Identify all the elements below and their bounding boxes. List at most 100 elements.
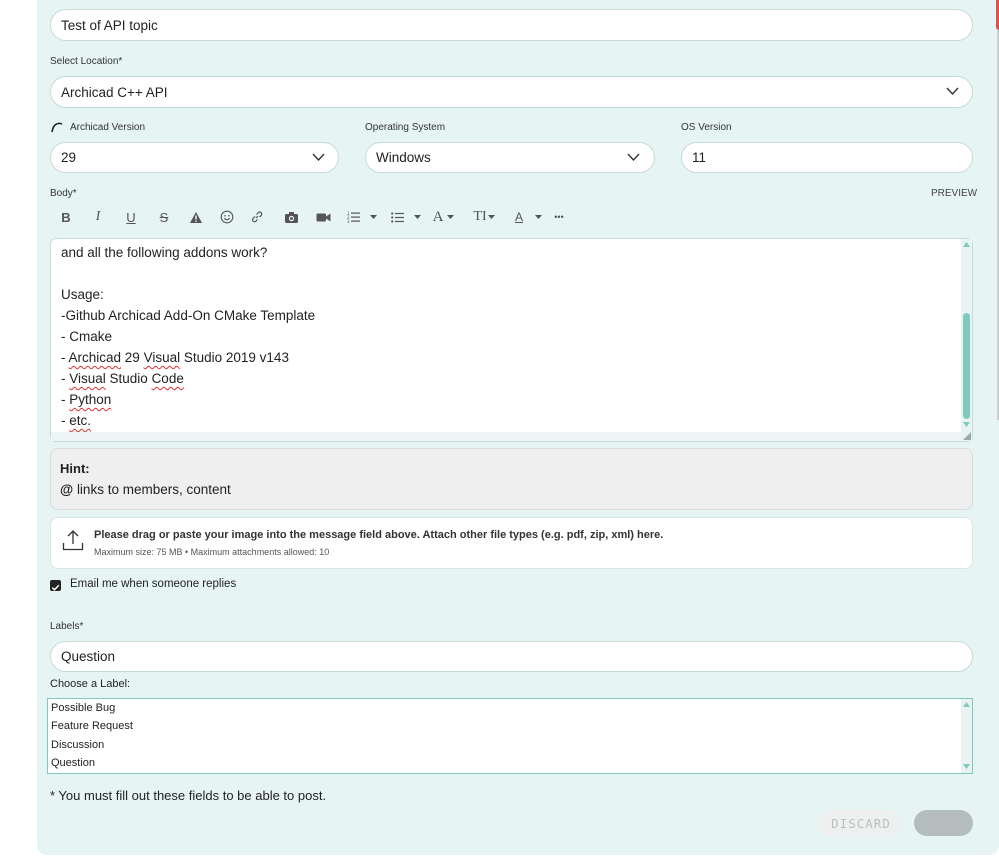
bullet-list-icon — [390, 211, 404, 223]
attachment-dropzone[interactable]: Please drag or paste your image into the… — [50, 517, 973, 569]
hint-box: Hint: @ links to members, content — [50, 448, 973, 510]
scroll-thumb[interactable] — [963, 313, 970, 419]
svg-text:3: 3 — [347, 219, 350, 223]
strikethrough-button[interactable]: S — [156, 205, 172, 229]
checkmark-icon — [51, 584, 60, 591]
body-line: and all the following addons work? — [61, 245, 268, 260]
chevron-down-icon — [946, 87, 959, 96]
body-line — [61, 266, 315, 287]
font-color-button[interactable]: A — [512, 205, 526, 229]
version-select[interactable]: 29 — [50, 142, 339, 173]
required-fields-note: * You must fill out these fields to be a… — [50, 788, 327, 803]
numbered-list-icon: 123 — [347, 211, 360, 223]
body-line: - Visual Studio Code — [61, 371, 315, 392]
caret-down-icon[interactable] — [488, 215, 495, 219]
label-chooser-list[interactable]: Possible Bug Feature Request Discussion … — [47, 698, 973, 774]
label-option[interactable]: Feature Request — [51, 720, 133, 732]
italic-button[interactable]: I — [90, 205, 106, 229]
body-text: and all the following addons work? Usage… — [61, 245, 315, 434]
location-value: Archicad C++ API — [61, 84, 168, 100]
label-option[interactable]: Discussion — [51, 739, 104, 751]
choose-label-heading: Choose a Label: — [50, 678, 131, 690]
email-checkbox[interactable] — [50, 580, 61, 591]
spellcheck-word: etc. — [69, 413, 92, 428]
version-value: 29 — [61, 150, 77, 165]
warning-icon — [190, 211, 202, 223]
resize-handle-icon[interactable] — [963, 432, 971, 440]
text-run: - — [61, 413, 70, 428]
body-label: Body* — [50, 188, 77, 199]
os-version-value: 11 — [692, 150, 707, 165]
body-editor[interactable]: and all the following addons work? Usage… — [50, 238, 973, 442]
os-label: Operating System — [365, 122, 446, 133]
location-select[interactable]: Archicad C++ API — [50, 76, 973, 108]
body-line: - etc. — [61, 413, 315, 434]
version-label: Archicad Version — [70, 122, 146, 133]
font-family-button[interactable]: A — [431, 205, 445, 229]
photo-button[interactable] — [282, 205, 300, 229]
font-size-button[interactable]: TI — [471, 205, 489, 229]
spellcheck-word: Python — [69, 392, 112, 407]
link-icon — [252, 211, 263, 223]
labels-value: Question — [61, 649, 116, 664]
scroll-down-icon[interactable] — [963, 422, 970, 427]
caret-down-icon[interactable] — [414, 215, 421, 219]
label-option[interactable]: Question — [51, 757, 95, 769]
os-value: Windows — [376, 150, 431, 165]
text-run: Studio — [105, 371, 152, 386]
more-options-button[interactable]: ••• — [552, 205, 566, 229]
scroll-down-icon[interactable] — [963, 764, 970, 769]
text-run: - — [61, 371, 70, 386]
spellcheck-word: Visual — [69, 371, 106, 386]
spellcheck-word: Code — [151, 371, 184, 386]
spoiler-button[interactable] — [188, 205, 204, 229]
hint-line: @ links to members, content — [60, 482, 231, 497]
video-button[interactable] — [314, 205, 332, 229]
at-symbol: @ — [60, 482, 74, 497]
caret-down-icon[interactable] — [447, 215, 454, 219]
scroll-up-icon[interactable] — [963, 702, 970, 707]
chooser-scrollbar[interactable] — [961, 699, 972, 773]
body-line: - Cmake — [61, 329, 113, 344]
bold-button[interactable]: B — [58, 205, 74, 229]
discard-button[interactable]: DISCARD — [819, 810, 903, 836]
subject-input[interactable]: Test of API topic — [50, 9, 973, 41]
attachment-limits: Maximum size: 75 MB • Maximum attachment… — [94, 547, 330, 557]
location-label: Select Location* — [50, 56, 123, 67]
preview-link[interactable]: PREVIEW — [931, 188, 977, 199]
link-button[interactable] — [249, 205, 265, 229]
numbered-list-button[interactable]: 123 — [346, 205, 360, 229]
text-run: - — [61, 392, 70, 407]
post-button[interactable] — [914, 810, 973, 836]
underline-button[interactable]: U — [123, 205, 139, 229]
editor-footer-strip — [51, 432, 962, 441]
scroll-up-icon[interactable] — [963, 242, 970, 247]
text-run: Studio 2019 v143 — [180, 350, 289, 365]
labels-input[interactable]: Question — [50, 641, 973, 672]
chevron-down-icon — [627, 153, 640, 162]
body-line: - Archicad 29 Visual Studio 2019 v143 — [61, 350, 315, 371]
os-version-input[interactable]: 11 — [681, 142, 973, 173]
hint-title: Hint: — [60, 461, 90, 476]
spellcheck-word: Visual — [143, 350, 181, 365]
caret-down-icon[interactable] — [535, 215, 542, 219]
labels-label: Labels* — [50, 621, 84, 632]
upload-icon — [62, 530, 84, 551]
spellcheck-word: Archicad — [68, 350, 122, 365]
text-run: - — [61, 350, 69, 365]
os-select[interactable]: Windows — [365, 142, 655, 173]
video-camera-icon — [316, 213, 330, 221]
caret-down-icon[interactable] — [370, 215, 377, 219]
email-checkbox-label[interactable]: Email me when someone replies — [70, 578, 236, 590]
archicad-logo-icon — [51, 122, 63, 133]
subject-value: Test of API topic — [61, 17, 158, 33]
hint-text: links to members, content — [76, 482, 231, 497]
editor-toolbar: B I U S 123 A TI A ••• — [50, 205, 610, 229]
body-line: -Github Archicad Add-On CMake Template — [61, 308, 316, 323]
editor-scrollbar[interactable] — [961, 239, 972, 441]
attachment-instructions: Please drag or paste your image into the… — [94, 529, 664, 541]
label-option[interactable]: Possible Bug — [51, 702, 115, 714]
bullet-list-button[interactable] — [390, 205, 404, 229]
smiley-icon — [220, 210, 234, 224]
emoji-button[interactable] — [219, 205, 235, 229]
